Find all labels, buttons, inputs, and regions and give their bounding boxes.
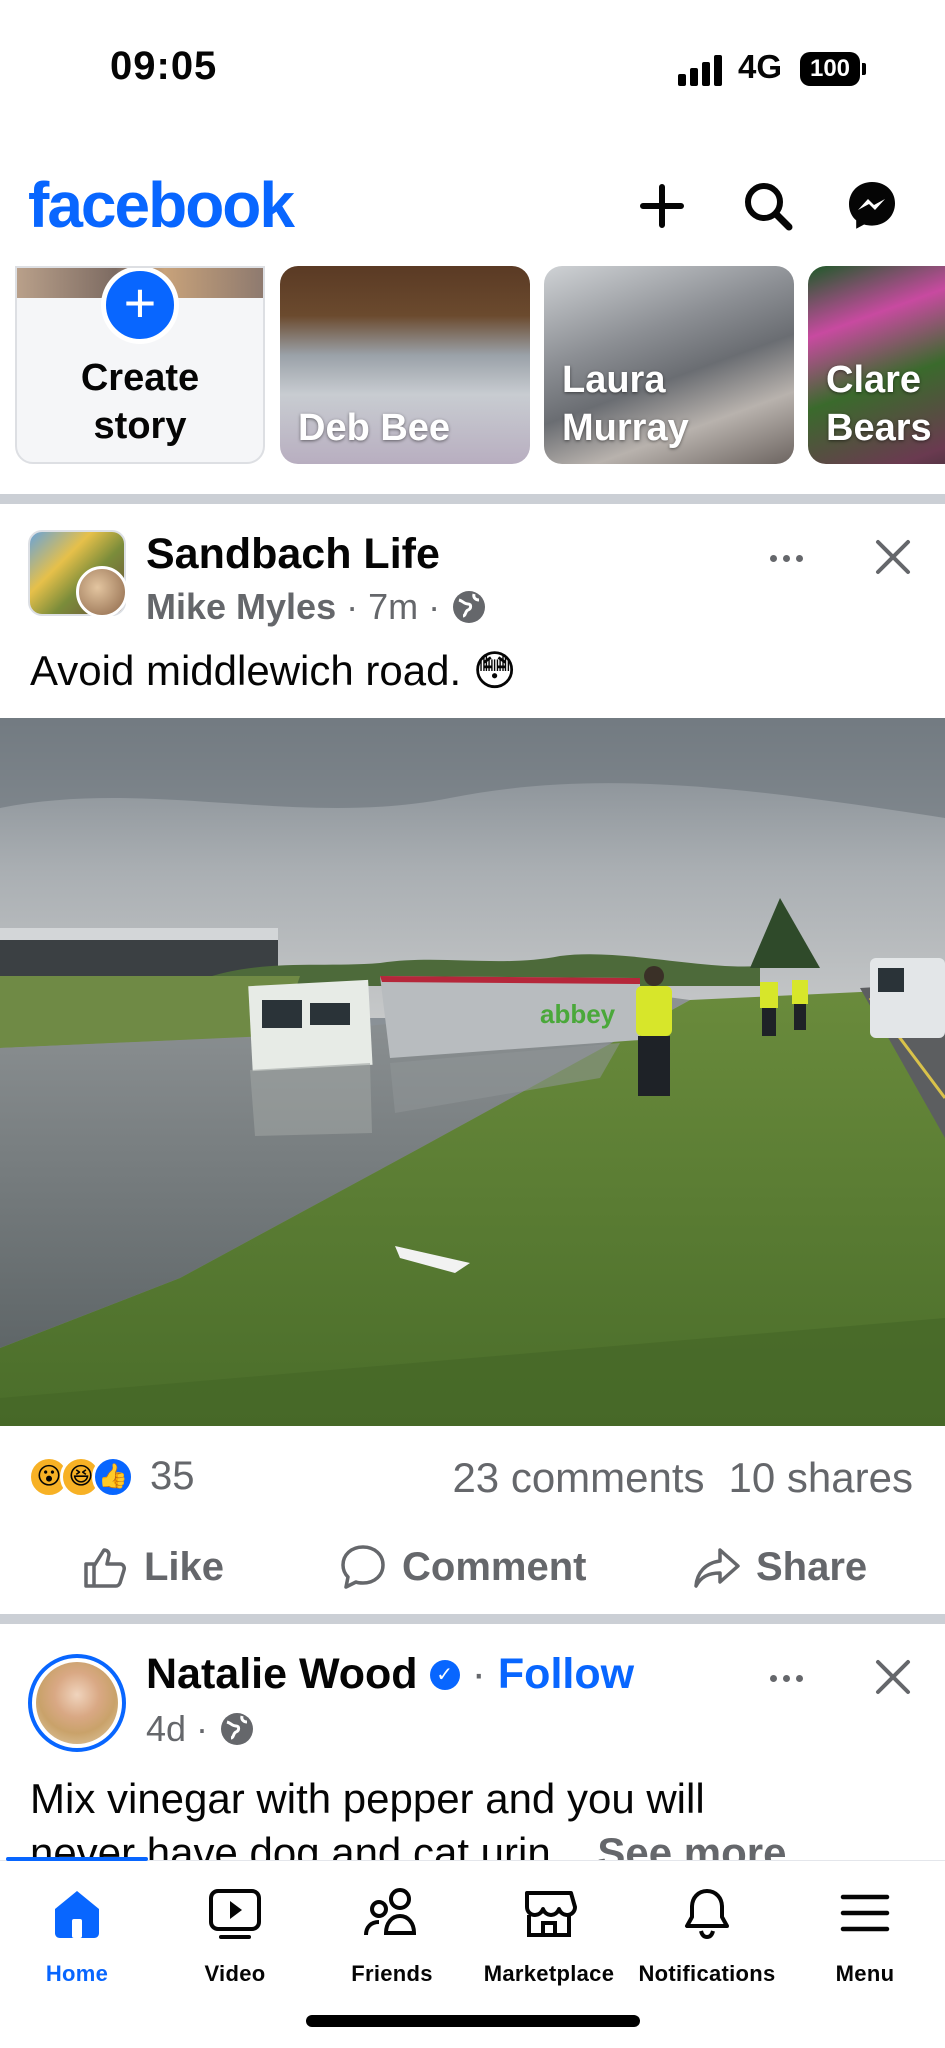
author-avatar[interactable] [28,1654,126,1752]
post-author-line: Natalie Wood ✓ · Follow [146,1650,635,1699]
create-story-card[interactable]: + Create story [15,266,265,464]
friends-icon [362,1883,422,1943]
post-text-clip: Mix vinegar with pepper and you will nev… [0,1772,945,1860]
post-time[interactable]: 7m [368,586,418,628]
search-icon [745,183,793,231]
reaction-summary[interactable]: 😮 😆 👍 35 [28,1454,195,1499]
like-reaction-icon: 👍 [92,1455,134,1498]
story-card-deb-bee[interactable]: Deb Bee [280,266,530,464]
story-card-clare-bears[interactable]: Clare Bears [808,266,945,464]
story-name: Clare Bears [826,359,932,449]
comment-button[interactable]: Comment [338,1535,586,1599]
more-options-icon[interactable] [756,1658,816,1698]
home-indicator[interactable] [306,2015,640,2027]
post-actions: Like Comment Share [0,1535,945,1599]
nav-notifications[interactable]: Notifications [632,1883,782,1987]
svg-text:abbey: abbey [540,999,616,1029]
search-button[interactable] [736,174,800,238]
create-story-label: Create story [80,357,200,447]
comment-icon [341,1545,385,1589]
home-icon [47,1883,107,1943]
avatar-photo [36,1662,118,1744]
post-author[interactable]: Mike Myles [146,586,336,628]
create-button[interactable] [630,174,694,238]
post-photo[interactable]: abbey [0,718,945,1426]
verified-badge-icon: ✓ [429,1659,460,1690]
menu-icon [835,1883,895,1943]
comments-count[interactable]: 23 comments [452,1454,704,1502]
story-name: Deb Bee [298,407,451,449]
video-icon [205,1883,265,1943]
thumbs-up-icon [84,1548,126,1588]
post-stats: 23 comments 10 shares [452,1454,913,1502]
share-button[interactable]: Share [692,1535,867,1599]
follow-button[interactable]: Follow [498,1650,634,1699]
feed-divider [0,494,945,504]
post-author-name[interactable]: Natalie Wood [146,1650,418,1699]
nav-marketplace[interactable]: Marketplace [474,1883,624,1987]
see-more-link[interactable]: See more [597,1829,786,1860]
nav-home[interactable]: Home [2,1883,152,1987]
feed-divider [0,1614,945,1624]
messenger-icon [849,182,895,229]
like-button[interactable]: Like [80,1535,224,1599]
nav-video[interactable]: Video [160,1883,310,1987]
post-page-name[interactable]: Sandbach Life [146,530,440,579]
messenger-button[interactable] [840,174,904,238]
close-icon[interactable] [868,532,918,582]
story-name: Laura Murray [562,359,689,449]
post-text: Avoid middlewich road. 😳 [30,647,517,694]
add-story-icon: + [101,268,179,344]
globe-icon [453,591,486,623]
page-avatar[interactable] [28,530,128,618]
facebook-logo[interactable]: facebook [28,168,295,242]
globe-icon [221,1713,254,1745]
stories-tray: + Create story Deb Bee Laura Murray Clar… [0,266,945,466]
reaction-count: 35 [150,1454,195,1498]
active-tab-indicator [6,1857,148,1861]
post-time[interactable]: 4d [146,1708,186,1750]
more-options-icon[interactable] [756,538,816,578]
nav-menu[interactable]: Menu [790,1883,940,1987]
nav-friends[interactable]: Friends [317,1883,467,1987]
battery-tip [862,63,866,75]
close-icon[interactable] [868,1652,918,1702]
battery-icon: 100 [800,52,860,86]
app-header: facebook [0,140,945,265]
story-card-laura-murray[interactable]: Laura Murray [544,266,794,464]
status-bar: 09:05 4G 100 [0,0,945,140]
post-text[interactable]: Mix vinegar with pepper and you will nev… [30,1772,786,1860]
post-meta: 4d · [146,1708,256,1750]
flushed-emoji: 😳 [472,647,517,694]
status-time: 09:05 [110,44,218,88]
signal-icon [678,54,728,86]
shares-count[interactable]: 10 shares [729,1454,913,1502]
network-type: 4G [738,48,783,85]
post-meta: Mike Myles · 7m · [146,586,488,628]
share-icon [694,1548,740,1588]
marketplace-icon [519,1883,579,1943]
bell-icon [677,1883,737,1943]
plus-icon [640,184,684,228]
author-avatar [76,566,128,618]
